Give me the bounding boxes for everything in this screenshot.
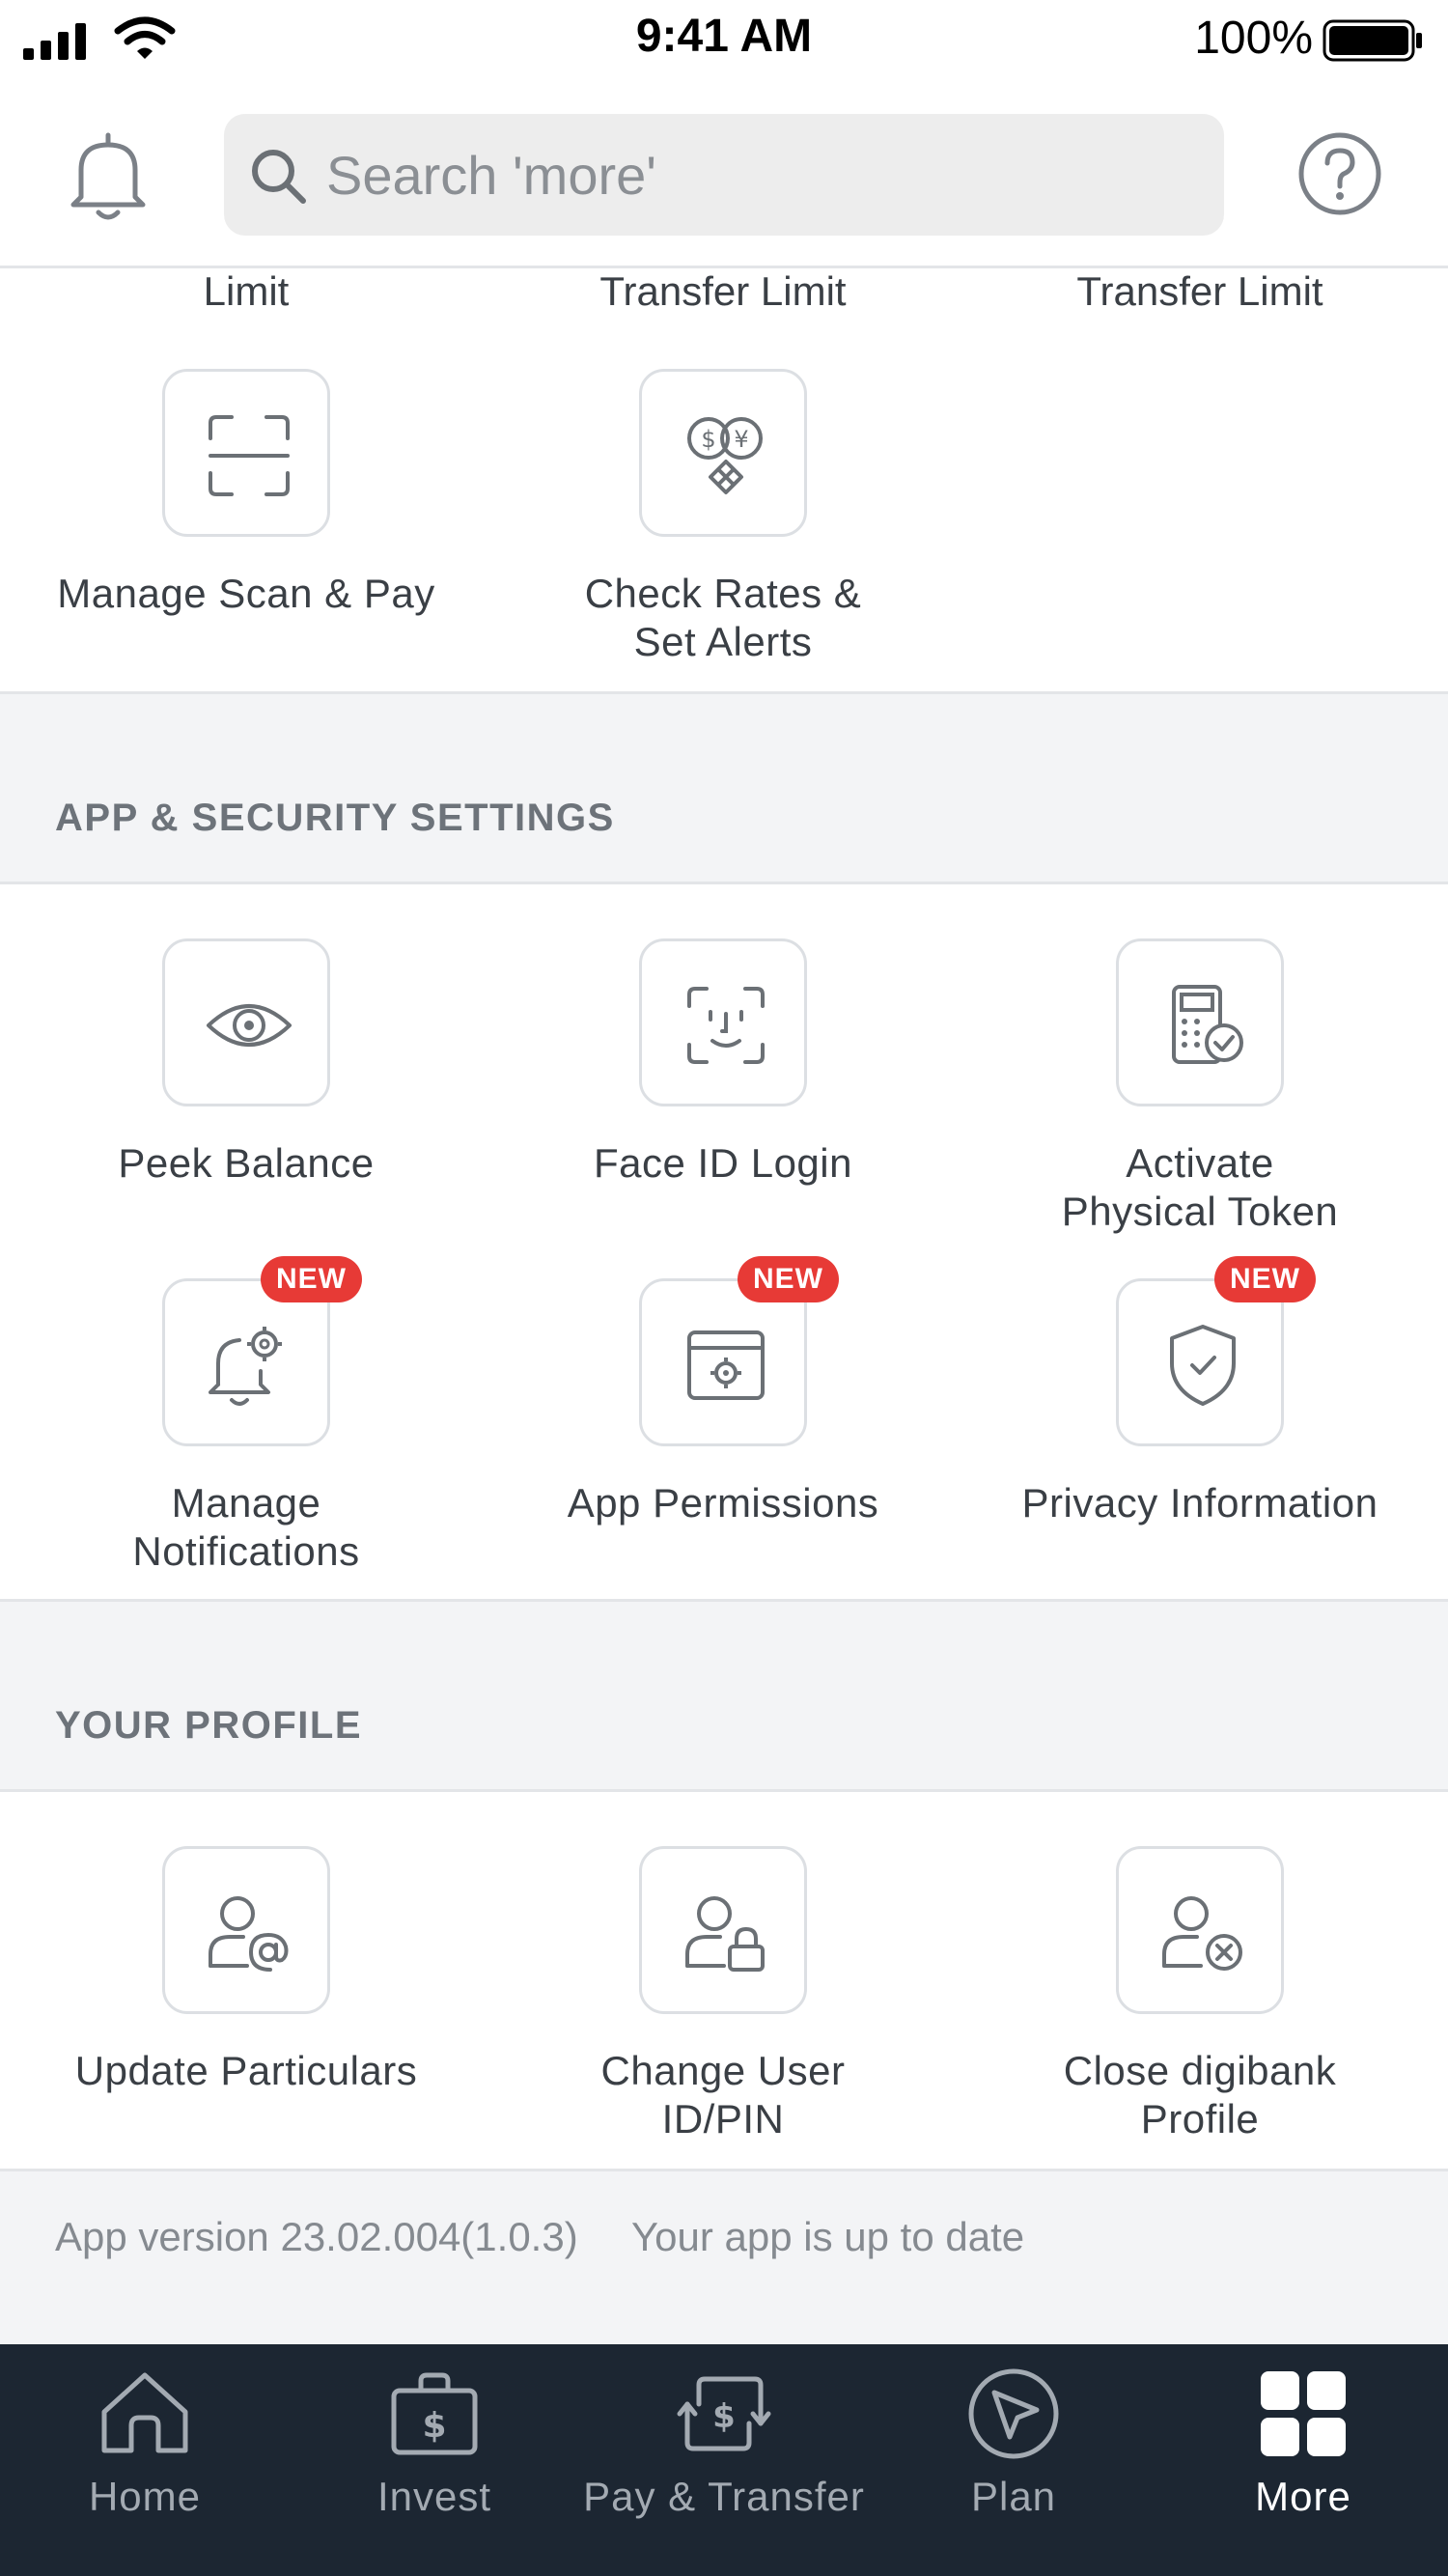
battery-icon xyxy=(1323,19,1422,62)
tile-label: Face ID Login xyxy=(594,1140,852,1186)
pay-transfer-icon: $ xyxy=(677,2376,771,2451)
change-user-id-pin-tile[interactable]: Change User ID/PIN xyxy=(485,1846,961,2143)
tile-label: Peek Balance xyxy=(118,1140,375,1186)
section-header-app-security: APP & SECURITY SETTINGS xyxy=(0,691,1448,884)
more-grid-icon xyxy=(1261,2371,1346,2456)
user-close-icon xyxy=(1162,1896,1242,1971)
close-profile-tile[interactable]: Close digibank Profile xyxy=(961,1846,1438,2143)
scan-icon xyxy=(209,415,290,496)
manage-notifications-tile[interactable]: NEW Manage Notifications xyxy=(8,1256,485,1576)
token-icon xyxy=(1172,985,1243,1064)
battery-percent: 100% xyxy=(1194,13,1313,64)
tile-label[interactable]: Limit xyxy=(8,268,485,315)
user-lock-icon xyxy=(685,1896,765,1972)
update-status-text: Your app is up to date xyxy=(631,2214,1025,2259)
tile-icon-box[interactable]: $ ¥ xyxy=(639,369,807,537)
face-id-icon xyxy=(687,987,765,1064)
search-input[interactable] xyxy=(326,114,1195,236)
nav-home[interactable]: Home xyxy=(0,2366,290,2520)
app-version-footer: App version 23.02.004(1.0.3) Your app is… xyxy=(0,2169,1448,2344)
app-version-text: App version 23.02.004(1.0.3) xyxy=(55,2214,578,2259)
svg-text:$: $ xyxy=(422,2406,446,2446)
home-icon xyxy=(101,2372,188,2453)
section-title: APP & SECURITY SETTINGS xyxy=(55,797,615,839)
tile-icon-box[interactable] xyxy=(639,1846,807,2014)
tile-label: Change User ID/PIN xyxy=(600,2048,846,2142)
face-id-login-tile[interactable]: Face ID Login xyxy=(485,938,961,1188)
bell-icon[interactable] xyxy=(68,129,149,222)
activate-token-tile[interactable]: Activate Physical Token xyxy=(961,938,1438,1236)
bell-gear-icon xyxy=(209,1327,282,1406)
tile-icon-box[interactable]: NEW xyxy=(1116,1256,1316,1446)
eye-icon xyxy=(207,1004,292,1047)
top-bar xyxy=(0,81,1448,268)
nav-more[interactable]: More xyxy=(1158,2366,1448,2520)
section-title: YOUR PROFILE xyxy=(55,1704,363,1747)
tile-label: Privacy Information xyxy=(1021,1480,1378,1526)
shield-check-icon xyxy=(1170,1325,1236,1406)
svg-text:¥: ¥ xyxy=(734,426,748,453)
tile-label[interactable]: Transfer Limit xyxy=(485,268,961,315)
privacy-information-tile[interactable]: NEW Privacy Information xyxy=(961,1256,1438,1527)
app-permissions-tile[interactable]: NEW App Permissions xyxy=(485,1256,961,1527)
new-badge: NEW xyxy=(738,1256,839,1302)
manage-scan-pay-tile[interactable]: Manage Scan & Pay xyxy=(8,369,485,618)
tile-label[interactable]: Transfer Limit xyxy=(961,268,1438,315)
tile-icon-box[interactable] xyxy=(162,1846,330,2014)
search-icon xyxy=(252,150,306,204)
status-bar: 9:41 AM 100% xyxy=(0,0,1448,81)
invest-icon: $ xyxy=(391,2372,478,2455)
user-at-icon xyxy=(209,1896,289,1972)
nav-label: Invest xyxy=(376,2474,492,2519)
nav-label: Pay & Transfer xyxy=(583,2474,865,2519)
svg-text:$: $ xyxy=(712,2397,736,2436)
tile-icon-box[interactable]: NEW xyxy=(162,1256,362,1446)
nav-label: Home xyxy=(88,2474,202,2519)
tile-icon-box[interactable] xyxy=(1116,938,1284,1106)
partial-row: Limit Transfer Limit Transfer Limit xyxy=(0,268,1448,314)
bottom-nav: Home $ Invest $ Pay & Transfer Plan More xyxy=(0,2344,1448,2576)
nav-plan[interactable]: Plan xyxy=(869,2366,1158,2520)
update-particulars-tile[interactable]: Update Particulars xyxy=(8,1846,485,2095)
nav-label: More xyxy=(1255,2474,1351,2519)
new-badge: NEW xyxy=(1214,1256,1316,1302)
tile-label: App Permissions xyxy=(567,1480,879,1526)
tile-label: Update Particulars xyxy=(74,2048,418,2093)
svg-text:$: $ xyxy=(701,426,715,453)
plan-icon xyxy=(968,2368,1059,2459)
peek-balance-tile[interactable]: Peek Balance xyxy=(8,938,485,1188)
check-rates-tile[interactable]: $ ¥ Check Rates & Set Alerts xyxy=(485,369,961,666)
tile-icon-box[interactable]: NEW xyxy=(639,1256,839,1446)
currency-exchange-icon: $ ¥ xyxy=(687,417,763,494)
more-content[interactable]: Limit Transfer Limit Transfer Limit Mana… xyxy=(0,268,1448,2344)
section-header-profile: YOUR PROFILE xyxy=(0,1599,1448,1792)
search-bar[interactable] xyxy=(224,114,1224,236)
app-settings-icon xyxy=(687,1330,765,1400)
tile-label: Activate Physical Token xyxy=(1061,1140,1339,1234)
tile-label: Manage Scan & Pay xyxy=(57,571,435,616)
nav-pay-transfer[interactable]: $ Pay & Transfer xyxy=(579,2366,869,2520)
help-icon[interactable] xyxy=(1297,131,1382,216)
tile-label: Manage Notifications xyxy=(132,1480,360,1574)
tile-label: Close digibank Profile xyxy=(1063,2048,1337,2142)
nav-label: Plan xyxy=(970,2474,1057,2519)
tile-label: Check Rates & Set Alerts xyxy=(584,571,862,664)
tile-icon-box[interactable] xyxy=(639,938,807,1106)
tile-icon-box[interactable] xyxy=(162,369,330,537)
new-badge: NEW xyxy=(261,1256,362,1302)
nav-invest[interactable]: $ Invest xyxy=(290,2366,579,2520)
tile-icon-box[interactable] xyxy=(162,938,330,1106)
tile-icon-box[interactable] xyxy=(1116,1846,1284,2014)
